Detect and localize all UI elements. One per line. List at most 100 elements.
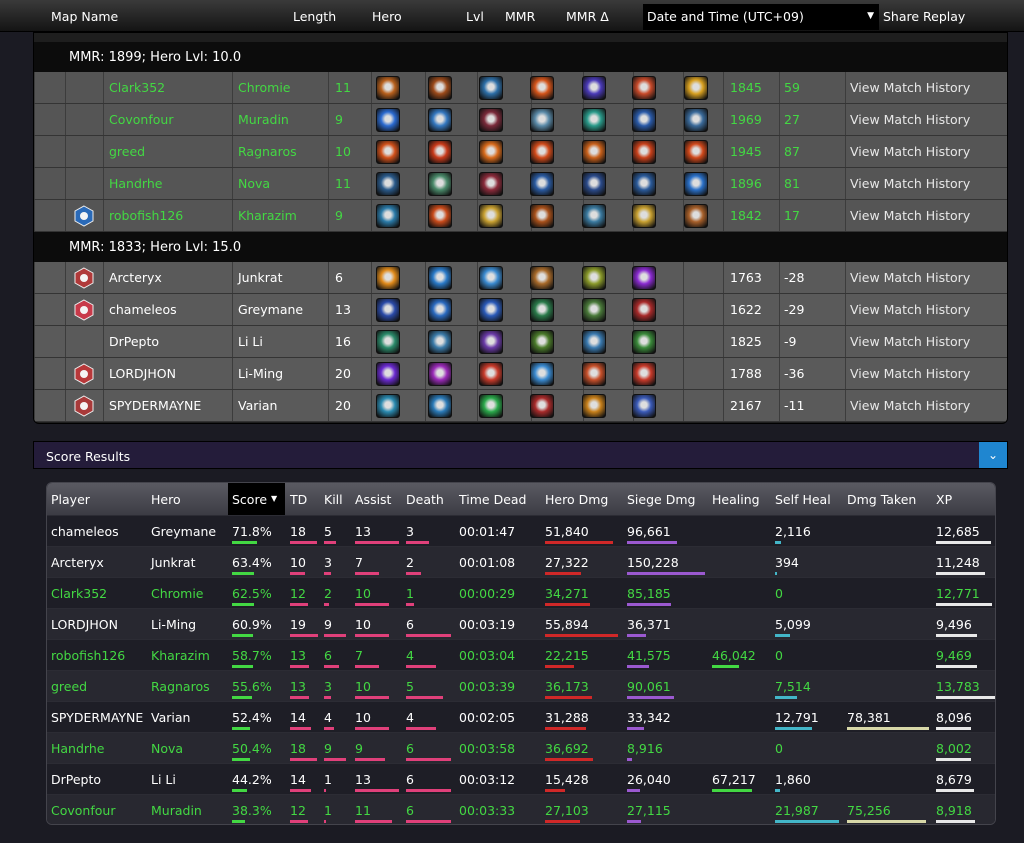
score-table-row[interactable]: Covonfour Muradin 38.3% 12 1 11 6 00:03:33 27,10… bbox=[47, 794, 995, 824]
talent-icon[interactable] bbox=[582, 298, 606, 322]
view-match-history-link[interactable]: View Match History bbox=[850, 302, 970, 317]
talent-icon[interactable] bbox=[428, 76, 452, 100]
column-header-kill[interactable]: Kill bbox=[324, 492, 343, 507]
player-row[interactable]: robofish126 Kharazim 9 1842 17 View Match His… bbox=[34, 200, 1007, 232]
column-header-death[interactable]: Death bbox=[406, 492, 444, 507]
talent-icon[interactable] bbox=[632, 172, 656, 196]
view-match-history-link[interactable]: View Match History bbox=[850, 366, 970, 381]
share-replay-link[interactable]: Share Replay bbox=[883, 9, 965, 24]
player-row[interactable]: chameleos Greymane 13 1622 -29 View Match His… bbox=[34, 294, 1007, 326]
talent-icon[interactable] bbox=[530, 108, 554, 132]
talent-icon[interactable] bbox=[684, 204, 708, 228]
view-match-history-link[interactable]: View Match History bbox=[850, 80, 970, 95]
talent-icon[interactable] bbox=[376, 204, 400, 228]
talent-icon[interactable] bbox=[530, 172, 554, 196]
score-results-toggle-bar[interactable]: Score Results ⌄ bbox=[33, 441, 1008, 469]
column-header-self-heal[interactable]: Self Heal bbox=[775, 492, 831, 507]
talent-icon[interactable] bbox=[632, 76, 656, 100]
talent-icon[interactable] bbox=[376, 172, 400, 196]
score-column-header-sorted[interactable]: Score ▼ bbox=[228, 483, 285, 515]
view-match-history-link[interactable]: View Match History bbox=[850, 270, 970, 285]
talent-icon[interactable] bbox=[479, 394, 503, 418]
score-table-row[interactable]: Arcteryx Junkrat 63.4% 10 3 7 2 00:01:08 27,322 1… bbox=[47, 546, 995, 577]
view-match-history-link[interactable]: View Match History bbox=[850, 398, 970, 413]
talent-icon[interactable] bbox=[428, 330, 452, 354]
talent-icon[interactable] bbox=[428, 298, 452, 322]
chevron-down-icon[interactable]: ⌄ bbox=[979, 442, 1007, 468]
column-header-siege-dmg[interactable]: Siege Dmg bbox=[627, 492, 695, 507]
talent-icon[interactable] bbox=[428, 394, 452, 418]
talent-icon[interactable] bbox=[376, 108, 400, 132]
talent-icon[interactable] bbox=[479, 330, 503, 354]
talent-icon[interactable] bbox=[582, 266, 606, 290]
talent-icon[interactable] bbox=[632, 362, 656, 386]
datetime-select[interactable]: Date and Time (UTC+09) ▼ bbox=[643, 4, 879, 30]
column-header-hero[interactable]: Hero bbox=[151, 492, 181, 507]
view-match-history-link[interactable]: View Match History bbox=[850, 112, 970, 127]
talent-icon[interactable] bbox=[479, 76, 503, 100]
column-header-td[interactable]: TD bbox=[290, 492, 307, 507]
talent-icon[interactable] bbox=[428, 108, 452, 132]
score-table-row[interactable]: Clark352 Chromie 62.5% 12 2 10 1 00:00:29 34,271… bbox=[47, 577, 995, 608]
talent-icon[interactable] bbox=[582, 76, 606, 100]
talent-icon[interactable] bbox=[582, 330, 606, 354]
col-length[interactable]: Length bbox=[293, 9, 336, 24]
score-table-row[interactable]: greed Ragnaros 55.6% 13 3 10 5 00:03:39 36,173 90… bbox=[47, 670, 995, 701]
talent-icon[interactable] bbox=[632, 108, 656, 132]
talent-icon[interactable] bbox=[632, 140, 656, 164]
player-row[interactable]: greed Ragnaros 10 1945 87 View Match History bbox=[34, 136, 1007, 168]
score-table-row[interactable]: LORDJHON Li-Ming 60.9% 19 9 10 6 00:03:19 55,894… bbox=[47, 608, 995, 639]
talent-icon[interactable] bbox=[376, 330, 400, 354]
talent-icon[interactable] bbox=[582, 394, 606, 418]
player-row[interactable]: Covonfour Muradin 9 1969 27 View Match Histor… bbox=[34, 104, 1007, 136]
talent-icon[interactable] bbox=[684, 76, 708, 100]
column-header-hero-dmg[interactable]: Hero Dmg bbox=[545, 492, 608, 507]
talent-icon[interactable] bbox=[632, 204, 656, 228]
talent-icon[interactable] bbox=[376, 76, 400, 100]
column-header-assist[interactable]: Assist bbox=[355, 492, 391, 507]
talent-icon[interactable] bbox=[530, 298, 554, 322]
talent-icon[interactable] bbox=[582, 362, 606, 386]
talent-icon[interactable] bbox=[530, 362, 554, 386]
col-mmr[interactable]: MMR bbox=[505, 9, 535, 24]
score-table-row[interactable]: robofish126 Kharazim 58.7% 13 6 7 4 00:03:04 22,… bbox=[47, 639, 995, 670]
talent-icon[interactable] bbox=[428, 362, 452, 386]
player-row[interactable]: Arcteryx Junkrat 6 1763 -28 View Match Histor… bbox=[34, 262, 1007, 294]
talent-icon[interactable] bbox=[582, 140, 606, 164]
talent-icon[interactable] bbox=[684, 172, 708, 196]
talent-icon[interactable] bbox=[530, 330, 554, 354]
talent-icon[interactable] bbox=[376, 362, 400, 386]
column-header-player[interactable]: Player bbox=[51, 492, 90, 507]
talent-icon[interactable] bbox=[530, 140, 554, 164]
col-mmr-delta[interactable]: MMR Δ bbox=[566, 9, 609, 24]
view-match-history-link[interactable]: View Match History bbox=[850, 334, 970, 349]
view-match-history-link[interactable]: View Match History bbox=[850, 144, 970, 159]
column-header-xp[interactable]: XP bbox=[936, 492, 952, 507]
col-lvl[interactable]: Lvl bbox=[466, 9, 484, 24]
player-row[interactable]: LORDJHON Li-Ming 20 1788 -36 View Match Histo… bbox=[34, 358, 1007, 390]
player-row[interactable]: Handrhe Nova 11 1896 81 View Match History bbox=[34, 168, 1007, 200]
col-map-name[interactable]: Map Name bbox=[51, 9, 118, 24]
talent-icon[interactable] bbox=[582, 172, 606, 196]
column-header-healing[interactable]: Healing bbox=[712, 492, 760, 507]
column-header-dmg-taken[interactable]: Dmg Taken bbox=[847, 492, 916, 507]
player-row[interactable]: DrPepto Li Li 16 1825 -9 View Match History bbox=[34, 326, 1007, 358]
score-table-row[interactable]: DrPepto Li Li 44.2% 14 1 13 6 00:03:12 15,428 26,… bbox=[47, 763, 995, 794]
talent-icon[interactable] bbox=[376, 266, 400, 290]
col-hero[interactable]: Hero bbox=[372, 9, 402, 24]
talent-icon[interactable] bbox=[632, 298, 656, 322]
talent-icon[interactable] bbox=[479, 204, 503, 228]
score-table-row[interactable]: Handrhe Nova 50.4% 18 9 9 6 00:03:58 36,692 8,916… bbox=[47, 732, 995, 763]
talent-icon[interactable] bbox=[479, 140, 503, 164]
talent-icon[interactable] bbox=[428, 140, 452, 164]
player-row[interactable]: Clark352 Chromie 11 1845 59 View Match Histor… bbox=[34, 72, 1007, 104]
talent-icon[interactable] bbox=[479, 172, 503, 196]
talent-icon[interactable] bbox=[684, 140, 708, 164]
talent-icon[interactable] bbox=[632, 394, 656, 418]
talent-icon[interactable] bbox=[530, 204, 554, 228]
talent-icon[interactable] bbox=[582, 204, 606, 228]
score-table-row[interactable]: chameleos Greymane 71.8% 18 5 13 3 00:01:47 51,8… bbox=[47, 515, 995, 546]
talent-icon[interactable] bbox=[479, 362, 503, 386]
talent-icon[interactable] bbox=[479, 298, 503, 322]
talent-icon[interactable] bbox=[530, 266, 554, 290]
